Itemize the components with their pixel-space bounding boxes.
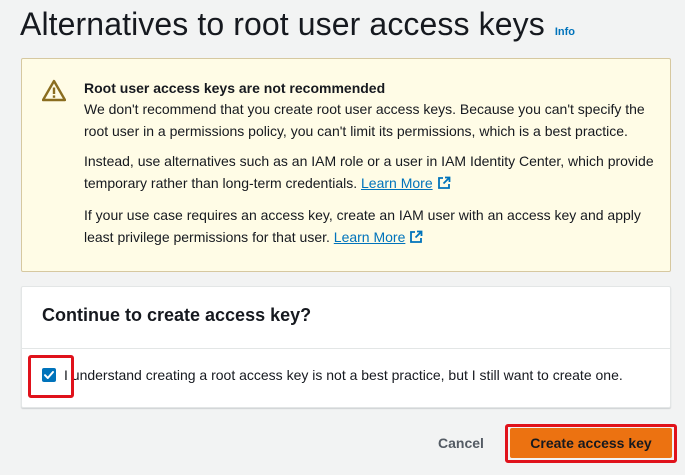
alert-paragraph-2: Instead, use alternatives such as an IAM…: [84, 150, 658, 196]
page-header: Alternatives to root user access keys In…: [20, 6, 575, 43]
alert-paragraph-1: We don't recommend that you create root …: [84, 98, 658, 142]
confirm-checkbox-label[interactable]: I understand creating a root access key …: [64, 367, 623, 383]
learn-more-link-2-text: Learn More: [333, 229, 406, 245]
checkmark-icon: [44, 371, 54, 379]
page-title: Alternatives to root user access keys: [20, 6, 545, 42]
confirm-container: Continue to create access key? I underst…: [21, 286, 671, 408]
learn-more-link-1-text: Learn More: [361, 175, 433, 191]
container-title: Continue to create access key?: [42, 305, 312, 325]
alert-title: Root user access keys are not recommende…: [84, 80, 386, 96]
warning-alert: Root user access keys are not recommende…: [21, 58, 671, 272]
confirm-checkbox-row[interactable]: I understand creating a root access key …: [42, 367, 623, 383]
learn-more-link-1[interactable]: Learn More: [361, 175, 451, 191]
alert-body: Root user access keys are not recommende…: [84, 78, 658, 250]
cancel-button[interactable]: Cancel: [424, 428, 498, 458]
external-link-icon: [409, 228, 423, 250]
container-header: Continue to create access key?: [22, 287, 670, 349]
external-link-icon: [437, 174, 451, 196]
learn-more-link-2[interactable]: Learn More: [334, 229, 424, 245]
warning-triangle-icon: [41, 79, 67, 103]
alert-paragraph-1-text: We don't recommend that you create root …: [84, 101, 645, 139]
confirm-checkbox[interactable]: [42, 368, 56, 382]
create-access-key-button[interactable]: Create access key: [510, 428, 672, 458]
alert-paragraph-3: If your use case requires an access key,…: [84, 204, 658, 250]
info-link[interactable]: Info: [555, 26, 575, 38]
